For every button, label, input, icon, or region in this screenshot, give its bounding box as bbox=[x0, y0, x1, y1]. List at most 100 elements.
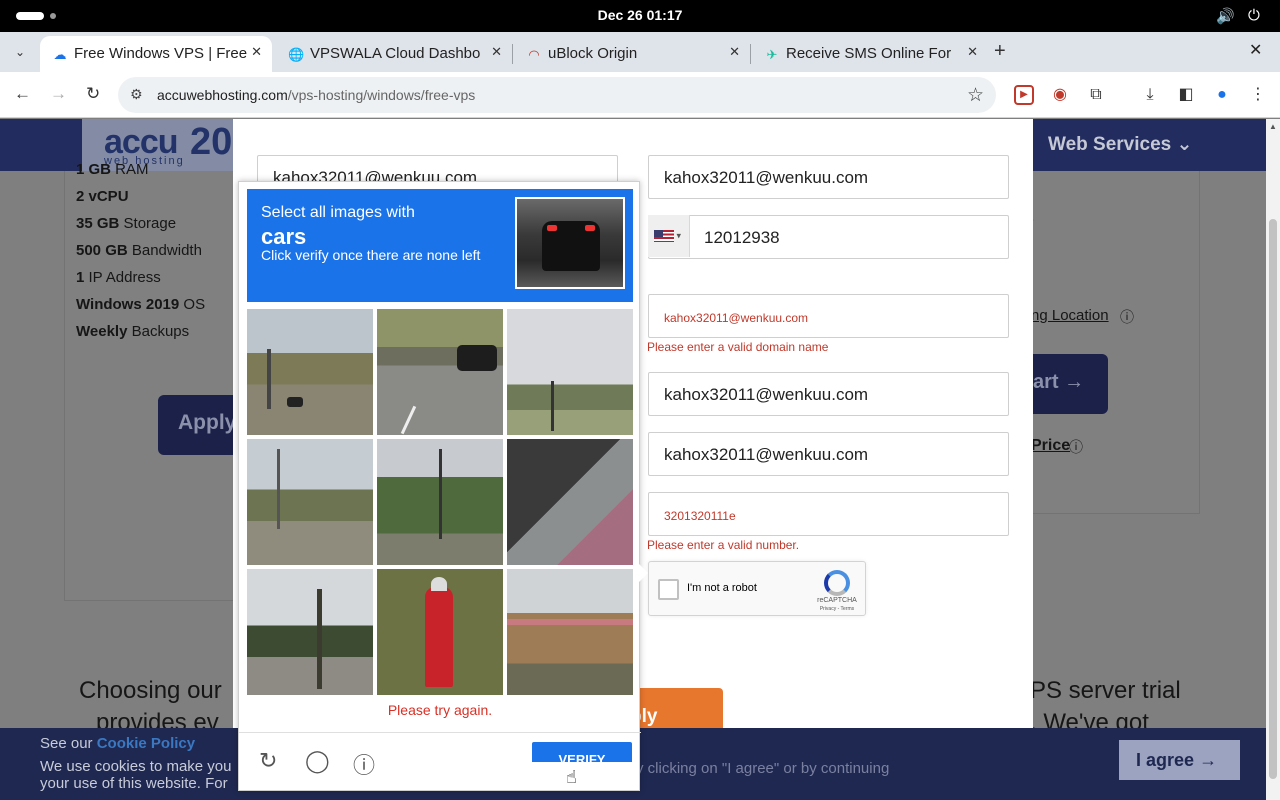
volume-icon[interactable]: 🔊 bbox=[1216, 7, 1235, 25]
captcha-tile-6[interactable] bbox=[507, 439, 633, 565]
captcha-tile-8[interactable] bbox=[377, 569, 503, 695]
side-panel-icon[interactable]: ◧ bbox=[1176, 85, 1196, 105]
tab-ublock[interactable]: ◠ uBlock Origin ✕ bbox=[514, 36, 750, 72]
plan-card bbox=[64, 171, 236, 601]
recaptcha-terms[interactable]: Privacy - Terms bbox=[812, 606, 862, 612]
captcha-tile-5[interactable] bbox=[377, 439, 503, 565]
challenge-error: Please try again. bbox=[387, 702, 493, 718]
server-location-link[interactable]: ng Location bbox=[1031, 307, 1109, 324]
tile-1-pole bbox=[267, 349, 271, 409]
price-link[interactable]: Price bbox=[1031, 437, 1070, 455]
extension-red-icon[interactable]: ▶ bbox=[1014, 85, 1034, 105]
domain-field[interactable]: kahox32011@wenkuu.com bbox=[648, 294, 1009, 338]
spec-vcpu: 2 vCPU bbox=[76, 188, 129, 205]
extensions-puzzle-icon[interactable]: ⧉ bbox=[1086, 85, 1106, 105]
arrow-right-icon: → bbox=[1064, 371, 1085, 393]
tile-9-rail bbox=[507, 619, 633, 625]
captcha-tile-3[interactable] bbox=[507, 309, 633, 435]
recaptcha-checkbox[interactable] bbox=[658, 579, 679, 600]
tile-8-hydrant-cap bbox=[431, 577, 447, 591]
tab-search-chevron-icon[interactable]: ⌄ bbox=[8, 40, 32, 64]
close-window-icon[interactable]: ✕ bbox=[1249, 40, 1262, 60]
phone-field[interactable]: 12012938 bbox=[648, 215, 1009, 259]
captcha-tile-1[interactable] bbox=[247, 309, 373, 435]
sms-favicon-icon: ✈ bbox=[766, 47, 778, 62]
scroll-up-arrow-icon[interactable]: ▲ bbox=[1269, 122, 1277, 131]
forward-arrow-icon[interactable]: → bbox=[50, 84, 67, 104]
captcha-tile-2[interactable] bbox=[377, 309, 503, 435]
country-code-select[interactable]: ▾ bbox=[648, 215, 690, 257]
nav-web-services[interactable]: Web Services ⌄ bbox=[1048, 133, 1192, 156]
url-host: accuwebhosting.com bbox=[157, 87, 288, 103]
captcha-tile-9[interactable] bbox=[507, 569, 633, 695]
cookie-policy-link[interactable]: Cookie Policy bbox=[97, 735, 195, 752]
challenge-subtext: Click verify once there are none left bbox=[261, 247, 481, 263]
download-icon[interactable]: ⤓ bbox=[1140, 85, 1160, 105]
profile-avatar-icon[interactable]: ● bbox=[1212, 85, 1232, 105]
ublock-extension-icon[interactable]: ◉ bbox=[1050, 85, 1070, 105]
email-field[interactable]: kahox32011@wenkuu.com bbox=[648, 155, 1009, 199]
spec-backups: Weekly Backups bbox=[76, 323, 190, 340]
tile-2-lane bbox=[400, 405, 417, 435]
number-error-message: Please enter a valid number. bbox=[647, 538, 800, 552]
menu-dots-icon[interactable]: ⋮ bbox=[1248, 85, 1268, 105]
recaptcha-widget: I'm not a robot reCAPTCHA Privacy - Term… bbox=[648, 561, 866, 616]
system-top-bar: Dec 26 01:17 🔊 ⏻ bbox=[0, 0, 1280, 32]
close-tab-icon[interactable]: ✕ bbox=[251, 44, 262, 60]
page-scrollbar[interactable]: ▲ bbox=[1266, 119, 1280, 800]
tab-title: Free Windows VPS | Free bbox=[74, 45, 248, 62]
clock[interactable]: Dec 26 01:17 bbox=[0, 7, 1280, 23]
reload-icon[interactable]: ↻ bbox=[86, 84, 100, 104]
recaptcha-challenge: Select all images with cars Click verify… bbox=[238, 181, 648, 791]
help-info-icon[interactable]: ⓘ bbox=[353, 748, 375, 780]
new-tab-plus-icon[interactable]: + bbox=[994, 40, 1006, 62]
captcha-tile-4[interactable] bbox=[247, 439, 373, 565]
plan-card-right bbox=[1032, 171, 1200, 514]
tab-vpswala[interactable]: 🌐 VPSWALA Cloud Dashbo ✕ bbox=[276, 36, 512, 72]
form-field-5[interactable]: kahox32011@wenkuu.com bbox=[648, 432, 1009, 476]
close-tab-icon[interactable]: ✕ bbox=[967, 44, 978, 60]
agree-label: I agree bbox=[1136, 750, 1195, 770]
spec-ram: 1 GB RAM bbox=[76, 161, 149, 178]
power-icon[interactable]: ⏻ bbox=[1248, 7, 1260, 24]
globe-favicon-icon: 🌐 bbox=[288, 47, 305, 62]
site-info-icon[interactable]: ⚙ bbox=[130, 86, 143, 103]
price-info-icon[interactable]: ⓘ bbox=[1069, 437, 1083, 457]
verify-button[interactable]: VERIFY bbox=[532, 742, 632, 762]
tab-title: Receive SMS Online For bbox=[786, 45, 952, 62]
scrollbar-thumb[interactable] bbox=[1269, 219, 1277, 779]
intro-paragraph-right: PS server trial bbox=[1030, 677, 1181, 704]
form-field-4[interactable]: kahox32011@wenkuu.com bbox=[648, 372, 1009, 416]
tab-separator bbox=[512, 44, 513, 64]
tail-light-left bbox=[547, 225, 557, 231]
recaptcha-logo-icon bbox=[824, 570, 850, 596]
tile-7-palm bbox=[317, 589, 322, 689]
rainbow-favicon-icon: ◠ bbox=[528, 47, 540, 62]
number-field[interactable]: 3201320111e bbox=[648, 492, 1009, 536]
challenge-header: Select all images with cars Click verify… bbox=[247, 189, 633, 302]
i-agree-button[interactable]: I agree → bbox=[1119, 740, 1240, 780]
reload-challenge-icon[interactable]: ↻ bbox=[259, 748, 277, 774]
arrow-right-icon: → bbox=[1199, 750, 1218, 770]
recaptcha-brand: reCAPTCHA bbox=[817, 597, 857, 604]
tab-receive-sms[interactable]: ✈ Receive SMS Online For ✕ bbox=[752, 36, 988, 72]
bookmark-star-icon[interactable]: ☆ bbox=[967, 84, 984, 107]
captcha-tile-7[interactable] bbox=[247, 569, 373, 695]
recaptcha-label: I'm not a robot bbox=[687, 582, 757, 594]
audio-challenge-icon[interactable]: ◯ bbox=[305, 748, 330, 774]
tab-separator bbox=[750, 44, 751, 64]
back-arrow-icon[interactable]: ← bbox=[14, 84, 31, 104]
add-to-cart-button[interactable]: art → bbox=[1033, 354, 1108, 414]
close-tab-icon[interactable]: ✕ bbox=[729, 44, 740, 60]
address-bar[interactable]: ⚙ accuwebhosting.com/vps-hosting/windows… bbox=[118, 77, 996, 113]
close-tab-icon[interactable]: ✕ bbox=[491, 44, 502, 60]
browser-toolbar: ← → ↻ ⚙ accuwebhosting.com/vps-hosting/w… bbox=[0, 72, 1280, 118]
info-circle-icon[interactable]: ⓘ bbox=[1120, 307, 1134, 327]
url-text: accuwebhosting.com/vps-hosting/windows/f… bbox=[157, 87, 475, 103]
cookie-heading: See our Cookie Policy bbox=[40, 735, 196, 752]
cart-label: art bbox=[1033, 371, 1059, 393]
spec-ip: 1 IP Address bbox=[76, 269, 161, 286]
tile-2-car bbox=[457, 345, 497, 371]
tab-strip: ⌄ ☁ Free Windows VPS | Free ✕ 🌐 VPSWALA … bbox=[0, 32, 1280, 72]
tab-free-windows-vps[interactable]: ☁ Free Windows VPS | Free ✕ bbox=[40, 36, 272, 72]
